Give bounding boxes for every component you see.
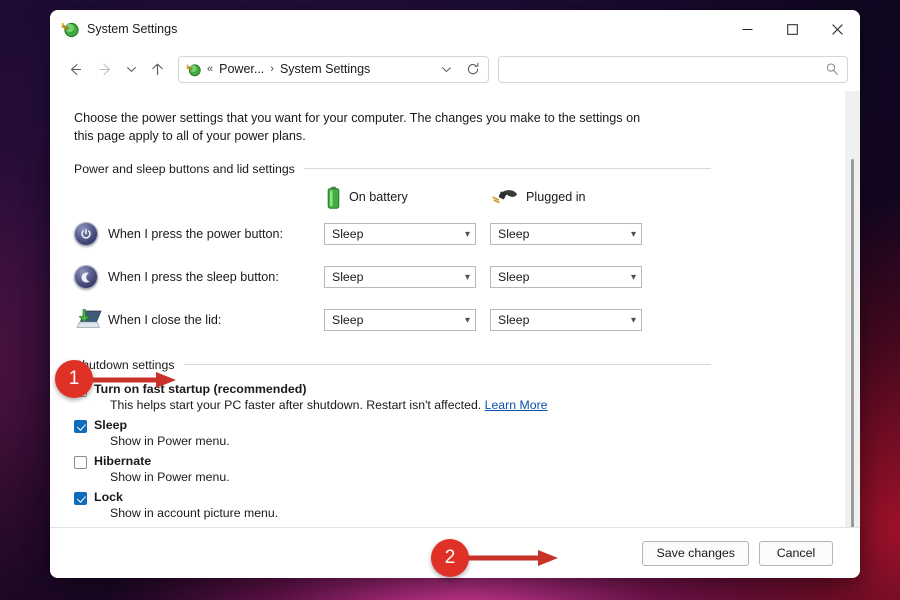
search-icon[interactable]	[825, 62, 839, 76]
power-button-plugged-in-select[interactable]: Sleep ▾	[490, 223, 642, 245]
chevron-down-icon: ▾	[630, 314, 636, 326]
option-fast-startup[interactable]: Turn on fast startup (recommended)	[74, 382, 821, 397]
laptop-lid-icon	[74, 308, 108, 332]
breadcrumb-separator: ›	[270, 63, 274, 75]
window-titlebar: System Settings	[50, 10, 860, 48]
content-wrapper: Choose the power settings that you want …	[50, 90, 860, 527]
power-button-on-battery-select[interactable]: Sleep ▾	[324, 223, 476, 245]
setting-label-power-button: When I press the power button:	[108, 227, 284, 241]
titlebar-left: System Settings	[50, 20, 177, 38]
search-box[interactable]	[498, 55, 848, 83]
sleep-label: Sleep	[94, 417, 128, 432]
column-headers: On battery Plugged in	[74, 186, 821, 209]
cancel-button[interactable]: Cancel	[759, 540, 833, 566]
annotation-2: 2	[431, 539, 469, 577]
lock-label: Lock	[94, 489, 123, 504]
setting-row-close-lid: When I close the lid: Sleep ▾ Sleep ▾	[74, 299, 821, 342]
content-scrollbar[interactable]	[845, 91, 860, 527]
sleep-checkbox[interactable]	[74, 419, 87, 433]
back-arrow-icon[interactable]	[60, 54, 90, 84]
annotation-1-badge: 1	[55, 360, 93, 398]
maximize-button[interactable]	[770, 10, 815, 48]
column-label-plugged-in: Plugged in	[526, 190, 586, 204]
recent-locations-chevron-down-icon[interactable]	[120, 54, 142, 84]
fast-startup-description: This helps start your PC faster after sh…	[110, 398, 821, 412]
sleep-button-icon	[74, 265, 108, 289]
shutdown-options: Turn on fast startup (recommended) This …	[74, 382, 821, 520]
refresh-icon[interactable]	[462, 58, 484, 80]
save-changes-button[interactable]: Save changes	[642, 540, 749, 566]
chevron-down-icon: ▾	[630, 271, 636, 283]
settings-content: Choose the power settings that you want …	[50, 91, 845, 527]
close-lid-on-battery-select[interactable]: Sleep ▾	[324, 309, 476, 331]
address-bar[interactable]: « Power... › System Settings	[178, 55, 489, 83]
section-header-power-buttons: Power and sleep buttons and lid settings	[74, 162, 821, 176]
up-arrow-icon[interactable]	[142, 54, 172, 84]
search-input[interactable]	[508, 62, 825, 76]
close-lid-on-battery-value: Sleep	[332, 313, 364, 327]
column-header-plugged-in: Plugged in	[492, 186, 586, 209]
address-chevron-down-icon[interactable]	[435, 58, 457, 80]
column-label-on-battery: On battery	[349, 190, 408, 204]
chevron-down-icon: ▾	[630, 228, 636, 240]
breadcrumb-power[interactable]: Power...	[219, 62, 264, 76]
settings-inner: Choose the power settings that you want …	[50, 109, 845, 520]
section-divider-shutdown	[183, 364, 711, 365]
breadcrumb-overflow[interactable]: «	[206, 63, 214, 75]
lock-checkbox[interactable]	[74, 491, 87, 505]
scrollbar-thumb[interactable]	[851, 159, 854, 527]
annotation-1: 1	[55, 360, 93, 398]
battery-icon	[326, 186, 341, 209]
column-header-on-battery: On battery	[326, 186, 492, 209]
option-lock[interactable]: Lock	[74, 490, 821, 505]
section-divider	[303, 168, 711, 169]
system-settings-window: System Settings « Power... › System Sett…	[50, 10, 860, 578]
section-header-shutdown: Shutdown settings	[74, 358, 821, 372]
close-lid-plugged-in-select[interactable]: Sleep ▾	[490, 309, 642, 331]
setting-row-power-button: When I press the power button: Sleep ▾ S…	[74, 213, 821, 256]
sleep-button-plugged-in-value: Sleep	[498, 270, 530, 284]
intro-text: Choose the power settings that you want …	[74, 111, 641, 144]
setting-row-sleep-button: When I press the sleep button: Sleep ▾ S…	[74, 256, 821, 299]
close-lid-plugged-in-value: Sleep	[498, 313, 530, 327]
learn-more-link[interactable]: Learn More	[485, 398, 548, 412]
power-button-plugged-in-value: Sleep	[498, 227, 530, 241]
fast-startup-description-text: This helps start your PC faster after sh…	[110, 397, 482, 412]
hibernate-label: Hibernate	[94, 453, 152, 468]
sleep-description: Show in Power menu.	[110, 433, 230, 448]
sleep-button-on-battery-value: Sleep	[332, 270, 364, 284]
annotation-1-arrow-icon	[92, 370, 178, 395]
lock-description: Show in account picture menu.	[110, 505, 279, 520]
power-button-on-battery-value: Sleep	[332, 227, 364, 241]
annotation-2-arrow-icon	[468, 548, 560, 573]
chevron-down-icon: ▾	[464, 314, 470, 326]
close-button[interactable]	[815, 10, 860, 48]
sleep-button-on-battery-select[interactable]: Sleep ▾	[324, 266, 476, 288]
annotation-2-badge: 2	[431, 539, 469, 577]
window-controls	[725, 10, 860, 48]
sleep-button-plugged-in-select[interactable]: Sleep ▾	[490, 266, 642, 288]
power-button-icon	[74, 222, 108, 246]
setting-label-sleep-button: When I press the sleep button:	[108, 270, 279, 284]
window-title: System Settings	[87, 22, 178, 36]
power-plug-icon	[61, 20, 79, 38]
option-sleep[interactable]: Sleep	[74, 418, 821, 433]
desktop-wallpaper: System Settings « Power... › System Sett…	[0, 0, 900, 600]
chevron-down-icon: ▾	[464, 228, 470, 240]
hibernate-description: Show in Power menu.	[110, 469, 230, 484]
breadcrumb-system-settings[interactable]: System Settings	[280, 62, 370, 76]
option-hibernate[interactable]: Hibernate	[74, 454, 821, 469]
setting-label-close-lid: When I close the lid:	[108, 313, 222, 327]
navigation-bar: « Power... › System Settings	[50, 48, 860, 90]
chevron-down-icon: ▾	[464, 271, 470, 283]
address-power-plug-icon	[186, 62, 201, 77]
forward-arrow-icon[interactable]	[90, 54, 120, 84]
power-plug-icon-plugged-in	[492, 189, 518, 205]
hibernate-checkbox[interactable]	[74, 455, 87, 469]
section-title-power-buttons: Power and sleep buttons and lid settings	[74, 161, 295, 176]
minimize-button[interactable]	[725, 10, 770, 48]
